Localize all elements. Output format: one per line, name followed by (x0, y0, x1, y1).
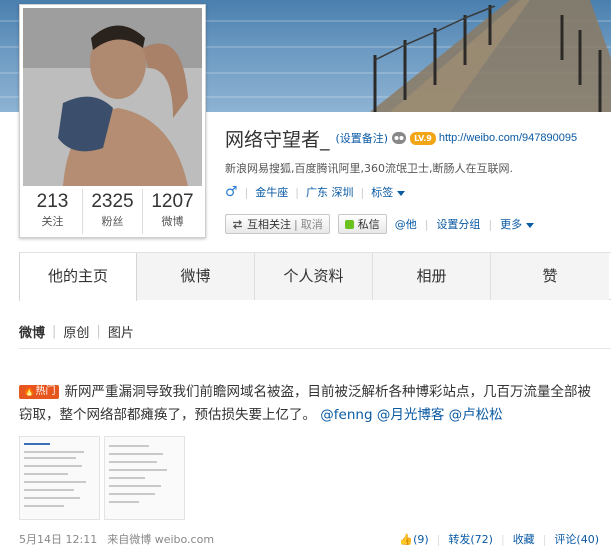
male-icon: ♂ (225, 184, 238, 200)
divider: | (436, 532, 441, 546)
thumbs-up-icon: 👍 (399, 532, 414, 546)
profile-tabs: 他的主页 微博 个人资料 相册 赞 (19, 252, 611, 301)
chevron-down-icon (397, 190, 406, 196)
message-icon (344, 219, 354, 229)
tab-likes[interactable]: 赞 (491, 253, 609, 300)
filter-all[interactable]: 微博 (19, 322, 45, 341)
profile-name: 网络守望者_ (225, 128, 330, 151)
filter-images[interactable]: 图片 (108, 322, 134, 341)
avatar-card: 213 关注 2325 粉丝 1207 微博 (19, 4, 206, 238)
avatar[interactable] (23, 8, 202, 186)
stat-following[interactable]: 213 关注 (23, 189, 83, 234)
location-link[interactable]: 广东 深圳 (306, 184, 354, 200)
profile-url[interactable]: http://weibo.com/947890095 (439, 132, 577, 144)
stats-bar: 213 关注 2325 粉丝 1207 微博 (23, 189, 202, 234)
level-badge[interactable]: LV.9 (410, 131, 436, 145)
avatar-photo (23, 8, 202, 186)
pier-image (370, 0, 611, 112)
profile-actions: 互相关注 | 取消 私信 @他 | 设置分组 | 更多 (225, 214, 535, 234)
weibo-post: 🔥热门 新网严重漏洞导致我们前瞻网域名被盗，目前被泛解析各种博彩站点，几百万流量全… (19, 381, 599, 427)
post-images (19, 436, 185, 520)
fire-icon: 🔥 (23, 386, 36, 397)
tab-weibo[interactable]: 微博 (137, 253, 255, 300)
unfollow-link[interactable]: 取消 (301, 216, 323, 232)
tab-home[interactable]: 他的主页 (19, 253, 137, 301)
mention-link[interactable]: @他 (395, 216, 417, 232)
post-image-thumbnail[interactable] (104, 436, 185, 520)
divider: | (244, 185, 249, 199)
like-count: (9) (413, 532, 429, 546)
stat-label: 粉丝 (101, 215, 124, 228)
hot-badge: 🔥热门 (19, 385, 60, 399)
divider: | (52, 324, 57, 339)
tab-album[interactable]: 相册 (373, 253, 491, 300)
mention-link[interactable]: @卢松松 (449, 407, 503, 423)
divider: | (500, 532, 505, 546)
stat-label: 关注 (41, 215, 64, 228)
mutual-follow-button[interactable]: 互相关注 | 取消 (225, 214, 330, 234)
stat-value: 1207 (151, 191, 194, 212)
hot-badge-label: 热门 (35, 386, 56, 397)
divider-line (19, 348, 611, 349)
source-prefix: 来自 (107, 533, 130, 546)
tab-profile-info[interactable]: 个人资料 (255, 253, 373, 300)
mention-link[interactable]: @月光博客 (377, 407, 445, 423)
divider: | (424, 217, 429, 231)
tags-label: 标签 (371, 186, 394, 199)
more-dropdown[interactable]: 更多 (500, 216, 535, 232)
divider: | (542, 532, 547, 546)
more-label: 更多 (500, 218, 523, 231)
set-note-link[interactable]: (设置备注) (336, 130, 389, 146)
zodiac-link[interactable]: 金牛座 (255, 184, 288, 200)
stat-value: 213 (36, 191, 69, 212)
profile-tags: ♂ | 金牛座 | 广东 深圳 | 标签 (225, 184, 406, 200)
favorite-button[interactable]: 收藏 (513, 531, 535, 547)
stat-label: 微博 (161, 215, 184, 228)
profile-header: 网络守望者_ (设置备注) LV.9 http://weibo.com/9478… (225, 126, 577, 151)
swap-arrows-icon (233, 219, 242, 229)
filter-original[interactable]: 原创 (63, 322, 89, 341)
post-actions: 👍(9) | 转发(72) | 收藏 | 评论(40) (399, 531, 599, 547)
source-link[interactable]: 微博 weibo.com (129, 531, 214, 547)
mutual-follow-label: 互相关注 (247, 218, 291, 231)
divider: | (96, 324, 101, 339)
post-text: 新网严重漏洞导致我们前瞻网域名被盗，目前被泛解析各种博彩站点，几百万流量全部被窃… (19, 384, 591, 423)
divider: | (360, 185, 365, 199)
comment-button[interactable]: 评论(40) (554, 531, 599, 547)
member-icon[interactable] (392, 132, 407, 144)
divider: | (294, 217, 298, 231)
message-button[interactable]: 私信 (337, 214, 387, 234)
set-group-link[interactable]: 设置分组 (436, 216, 480, 232)
divider: | (488, 217, 493, 231)
chevron-down-icon (526, 222, 535, 228)
tags-dropdown[interactable]: 标签 (371, 184, 406, 200)
message-label: 私信 (357, 218, 380, 231)
divider: | (295, 185, 299, 199)
post-timestamp[interactable]: 5月14日 12:11 (19, 531, 97, 547)
mention-link[interactable]: @fenng (320, 407, 372, 423)
stat-posts[interactable]: 1207 微博 (143, 189, 202, 234)
post-meta: 5月14日 12:11 来自 微博 weibo.com 👍(9) | 转发(72… (19, 531, 599, 547)
like-button[interactable]: 👍(9) (399, 533, 428, 546)
feed-filters: 微博 | 原创 | 图片 (19, 322, 134, 341)
stat-followers[interactable]: 2325 粉丝 (83, 189, 143, 234)
stat-value: 2325 (91, 191, 134, 212)
repost-button[interactable]: 转发(72) (448, 531, 493, 547)
profile-bio: 新浪网易搜狐,百度腾讯阿里,360流氓卫士,断肠人在互联网. (225, 162, 513, 175)
post-image-thumbnail[interactable] (19, 436, 100, 520)
